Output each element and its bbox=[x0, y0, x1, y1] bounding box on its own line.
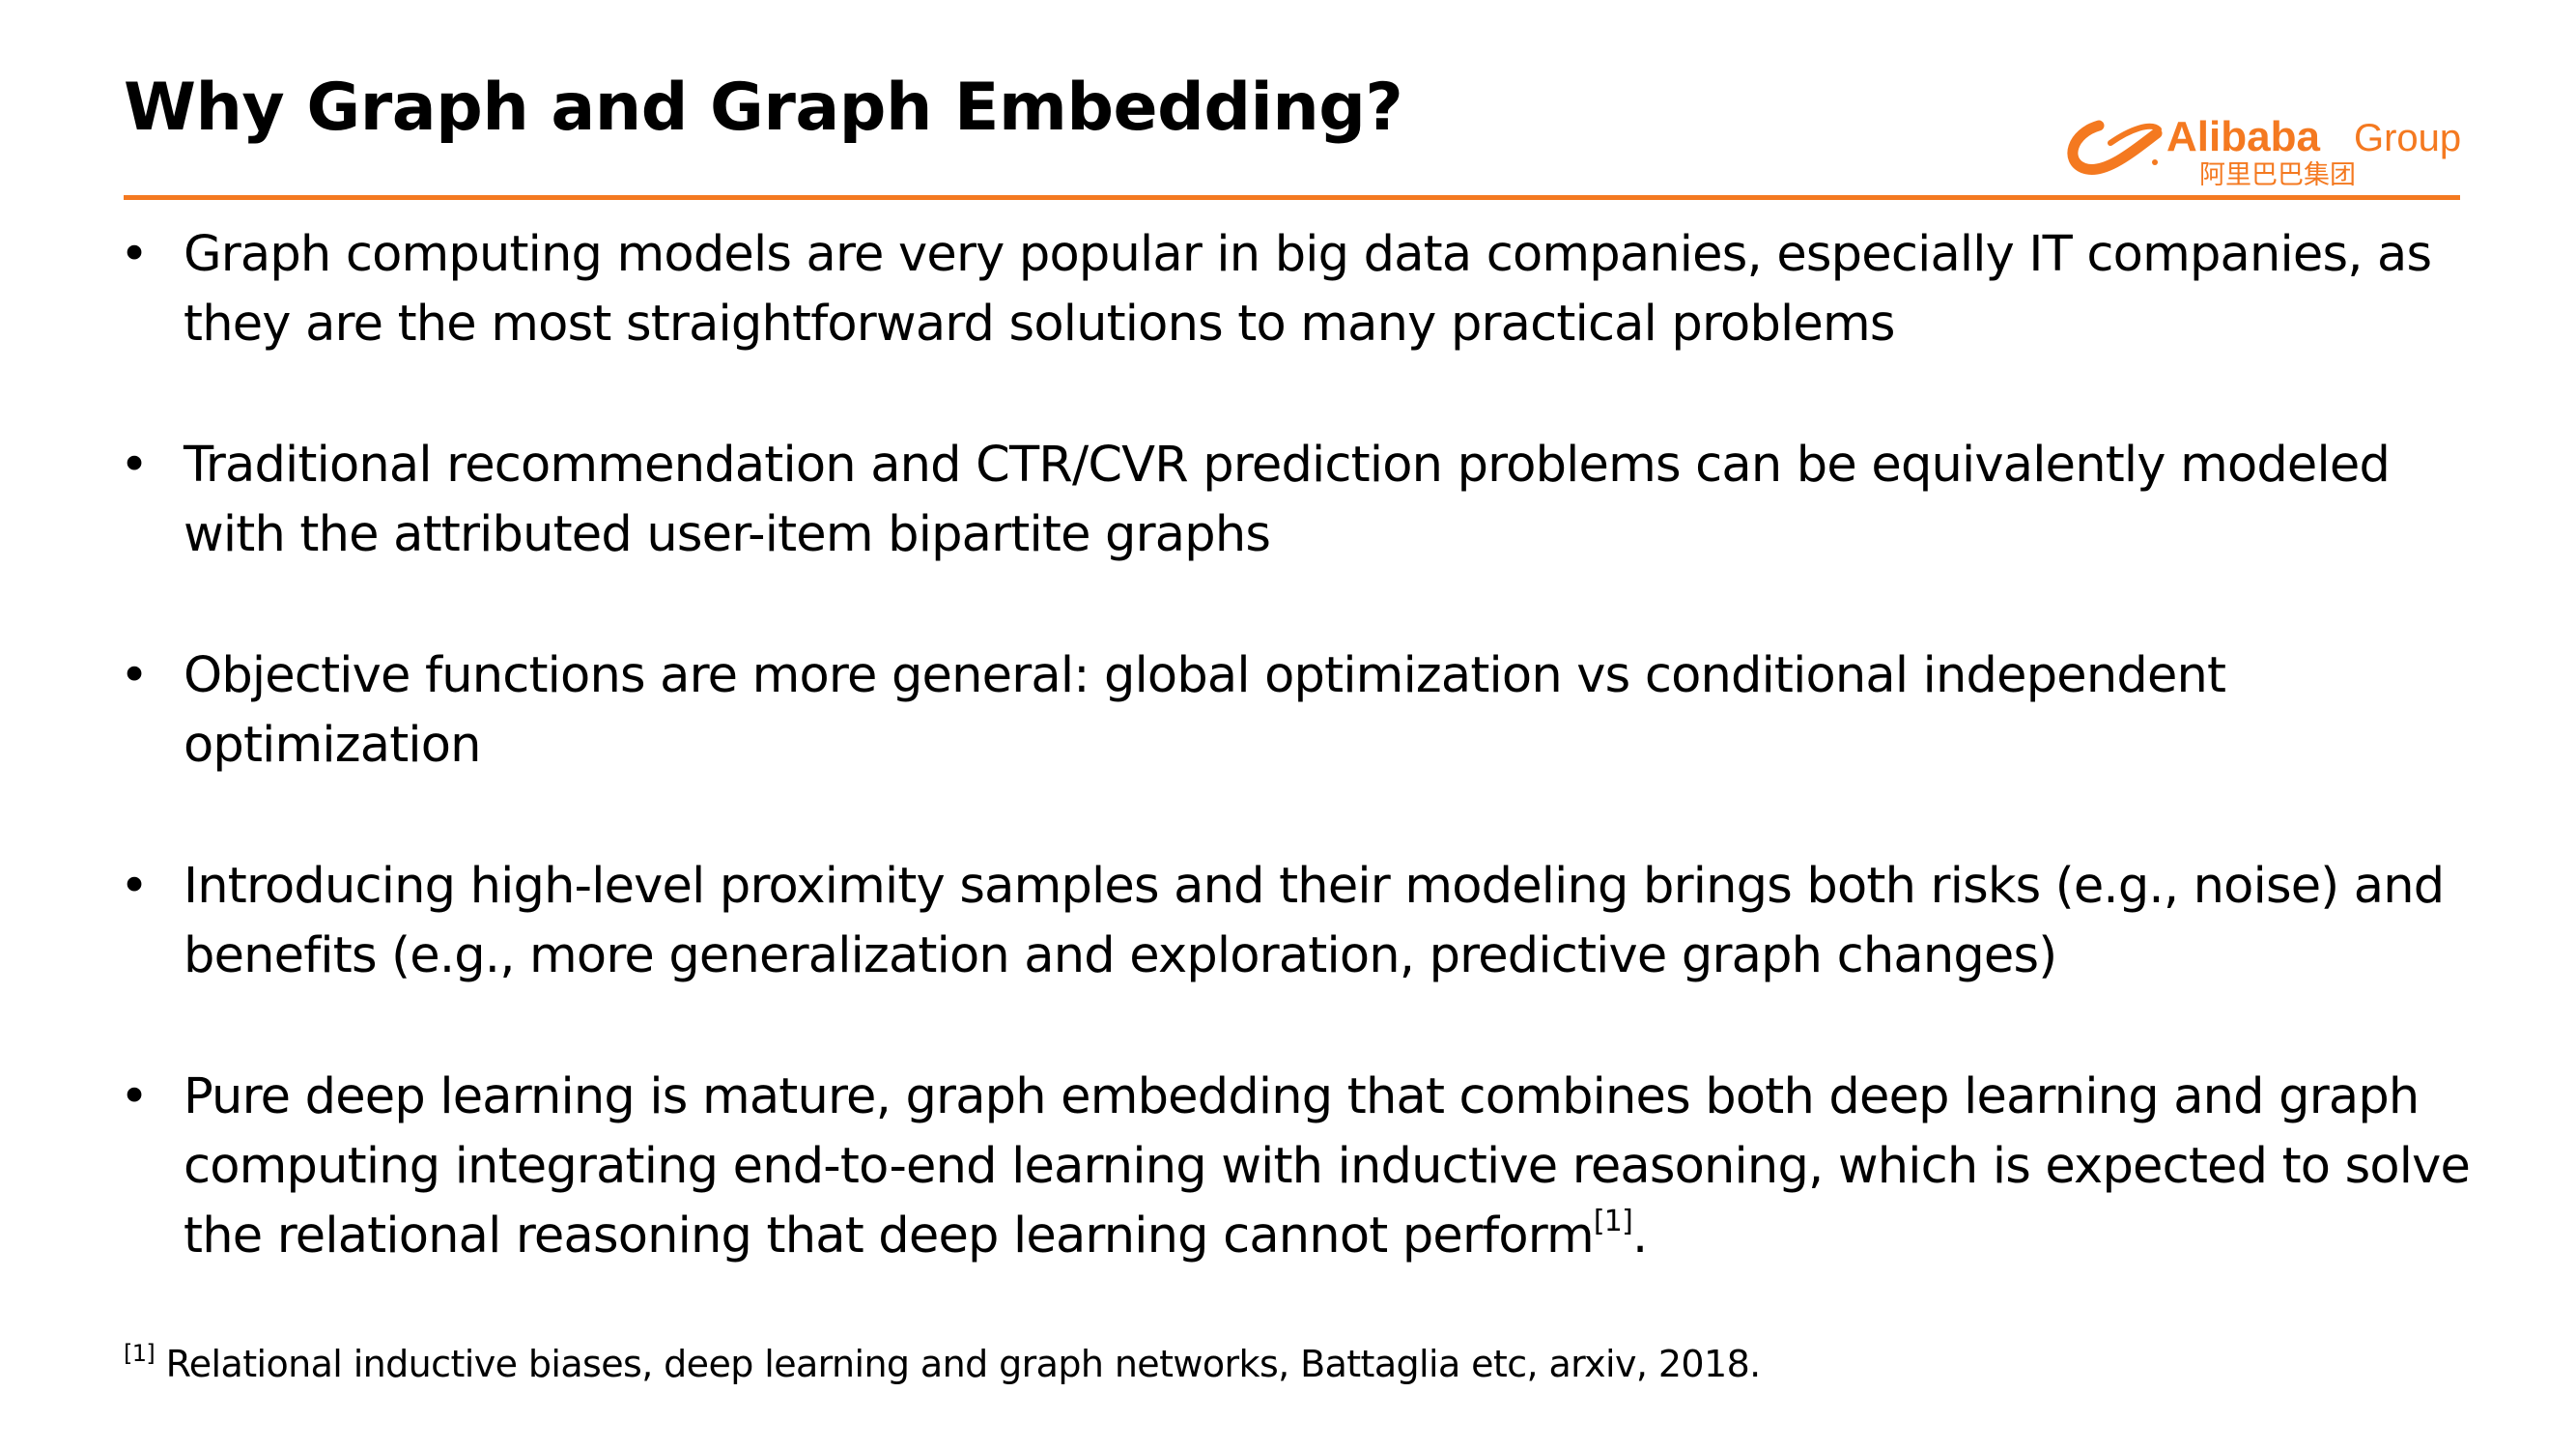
footnote: [1] Relational inductive biases, deep le… bbox=[124, 1340, 1762, 1385]
footnote-text: Relational inductive biases, deep learni… bbox=[155, 1343, 1762, 1385]
bullet-text: Introducing high-level proximity samples… bbox=[184, 858, 2445, 984]
bullet-marker: • bbox=[120, 226, 149, 283]
citation-ref: [1] bbox=[1593, 1205, 1633, 1238]
bullet-item: • Traditional recommendation and CTR/CVR… bbox=[120, 431, 2477, 570]
logo-group: Group bbox=[2354, 117, 2461, 159]
logo-name: Alibaba bbox=[2166, 113, 2320, 160]
bullet-marker: • bbox=[120, 1068, 149, 1125]
bullet-item: • Graph computing models are very popula… bbox=[120, 220, 2477, 359]
bullet-text: Traditional recommendation and CTR/CVR p… bbox=[184, 437, 2391, 563]
bullet-text: Graph computing models are very popular … bbox=[184, 226, 2432, 353]
bullet-trail: . bbox=[1631, 1208, 1648, 1264]
bullet-list: • Graph computing models are very popula… bbox=[120, 220, 2477, 1343]
bullet-marker: • bbox=[120, 858, 149, 915]
bullet-item: • Objective functions are more general: … bbox=[120, 641, 2477, 781]
footnote-ref: [1] bbox=[124, 1340, 156, 1367]
bullet-text: Pure deep learning is mature, graph embe… bbox=[184, 1068, 2471, 1264]
bullet-marker: • bbox=[120, 647, 149, 704]
alibaba-group-logo: Alibaba Group 阿里巴巴集团 bbox=[2062, 100, 2468, 190]
bullet-item: • Introducing high-level proximity sampl… bbox=[120, 852, 2477, 991]
bullet-marker: • bbox=[120, 437, 149, 494]
logo-chinese: 阿里巴巴集团 bbox=[2199, 160, 2356, 187]
bullet-text: Objective functions are more general: gl… bbox=[184, 647, 2226, 774]
slide-title: Why Graph and Graph Embedding? bbox=[124, 70, 1403, 146]
title-divider bbox=[124, 195, 2460, 200]
bullet-item: • Pure deep learning is mature, graph em… bbox=[120, 1063, 2477, 1271]
alibaba-smile-logo-icon bbox=[2067, 120, 2163, 175]
